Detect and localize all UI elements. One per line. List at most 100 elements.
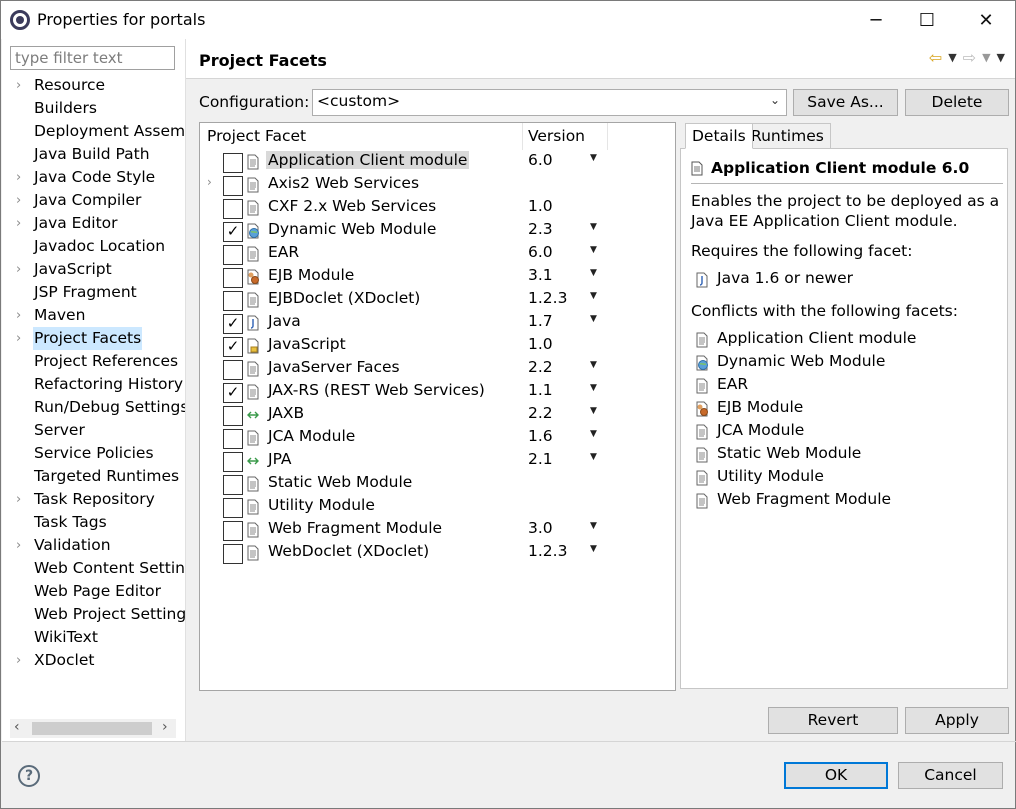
sidebar-item[interactable]: › Project Facets [2, 327, 185, 350]
facet-row[interactable]: ✓ Dynamic Web Module 2.3 ▼ [200, 219, 675, 242]
facet-checkbox[interactable] [223, 544, 243, 564]
sidebar-hscrollbar[interactable]: ‹ › [10, 719, 176, 738]
close-button[interactable]: ✕ [963, 1, 1009, 39]
chevron-right-icon[interactable]: › [16, 74, 28, 97]
facet-checkbox[interactable] [223, 452, 243, 472]
facet-version[interactable]: 1.1 [528, 381, 553, 399]
help-icon[interactable]: ? [18, 765, 40, 787]
configuration-select[interactable]: <custom> ⌄ [312, 89, 787, 116]
sidebar-item[interactable]: Javadoc Location [2, 235, 185, 258]
view-menu-icon[interactable]: ▼ [997, 51, 1005, 67]
sidebar-item[interactable]: › JavaScript [2, 258, 185, 281]
chevron-right-icon[interactable]: › [207, 175, 212, 189]
facet-checkbox[interactable] [223, 153, 243, 173]
maximize-button[interactable]: ☐ [904, 1, 950, 39]
facet-row[interactable]: JAXB 2.2 ▼ [200, 403, 675, 426]
facet-row[interactable]: JCA Module 1.6 ▼ [200, 426, 675, 449]
version-dropdown-icon[interactable]: ▼ [590, 314, 597, 324]
sidebar-item[interactable]: › Java Editor [2, 212, 185, 235]
facet-version[interactable]: 2.3 [528, 220, 553, 238]
sidebar-item[interactable]: Web Content Settin [2, 557, 185, 580]
sidebar-item[interactable]: WikiText [2, 626, 185, 649]
sidebar-item[interactable]: Deployment Assem [2, 120, 185, 143]
facet-version[interactable]: 2.1 [528, 450, 553, 468]
facet-row[interactable]: WebDoclet (XDoclet) 1.2.3 ▼ [200, 541, 675, 564]
revert-button[interactable]: Revert [768, 707, 898, 734]
save-as-button[interactable]: Save As... [793, 89, 898, 116]
facet-version[interactable]: 3.1 [528, 266, 553, 284]
facet-row[interactable]: ✓ JavaScript 1.0 [200, 334, 675, 357]
tab-runtimes[interactable]: Runtimes [744, 123, 831, 149]
sidebar-item[interactable]: Run/Debug Settings [2, 396, 185, 419]
sidebar-item[interactable]: Refactoring History [2, 373, 185, 396]
column-header-facet[interactable]: Project Facet [207, 127, 306, 145]
facet-checkbox[interactable] [223, 199, 243, 219]
facet-version[interactable]: 6.0 [528, 243, 553, 261]
scroll-left-icon[interactable]: ‹ [14, 719, 20, 735]
chevron-right-icon[interactable]: › [16, 189, 28, 212]
sidebar-item[interactable]: › Task Repository [2, 488, 185, 511]
sidebar-item[interactable]: Web Project Setting [2, 603, 185, 626]
sidebar-item[interactable]: Java Build Path [2, 143, 185, 166]
facet-version[interactable]: 6.0 [528, 151, 553, 169]
facet-row[interactable]: JPA 2.1 ▼ [200, 449, 675, 472]
minimize-button[interactable]: ─ [853, 1, 899, 39]
sidebar-item[interactable]: Web Page Editor [2, 580, 185, 603]
sidebar-item[interactable]: › Maven [2, 304, 185, 327]
facet-row[interactable]: › Axis2 Web Services [200, 173, 675, 196]
version-dropdown-icon[interactable]: ▼ [590, 521, 597, 531]
sidebar-item[interactable]: Targeted Runtimes [2, 465, 185, 488]
facet-row[interactable]: Application Client module 6.0 ▼ [200, 150, 675, 173]
version-dropdown-icon[interactable]: ▼ [590, 429, 597, 439]
sidebar-item[interactable]: Builders [2, 97, 185, 120]
sidebar-item[interactable]: Service Policies [2, 442, 185, 465]
facet-checkbox[interactable] [223, 176, 243, 196]
chevron-right-icon[interactable]: › [16, 258, 28, 281]
sidebar-item[interactable]: › Java Compiler [2, 189, 185, 212]
facet-row[interactable]: Static Web Module [200, 472, 675, 495]
facet-row[interactable]: CXF 2.x Web Services 1.0 [200, 196, 675, 219]
version-dropdown-icon[interactable]: ▼ [590, 452, 597, 462]
sash[interactable] [185, 39, 186, 741]
facet-version[interactable]: 1.6 [528, 427, 553, 445]
facet-version[interactable]: 1.7 [528, 312, 553, 330]
facet-checkbox[interactable] [223, 406, 243, 426]
forward-arrow-icon[interactable]: ⇨ [963, 48, 976, 67]
facet-checkbox[interactable] [223, 360, 243, 380]
facet-checkbox[interactable] [223, 521, 243, 541]
version-dropdown-icon[interactable]: ▼ [590, 268, 597, 278]
facet-checkbox[interactable]: ✓ [223, 337, 243, 357]
facet-row[interactable]: ✓ Java 1.7 ▼ [200, 311, 675, 334]
facet-checkbox[interactable] [223, 475, 243, 495]
version-dropdown-icon[interactable]: ▼ [590, 291, 597, 301]
column-header-version[interactable]: Version [528, 127, 585, 145]
sidebar-item[interactable]: Server [2, 419, 185, 442]
facet-checkbox[interactable] [223, 291, 243, 311]
tab-details[interactable]: Details [685, 123, 753, 149]
sidebar-item[interactable]: Task Tags [2, 511, 185, 534]
sidebar-item[interactable]: › XDoclet [2, 649, 185, 672]
chevron-right-icon[interactable]: › [16, 488, 28, 511]
facet-checkbox[interactable] [223, 498, 243, 518]
facet-row[interactable]: Utility Module [200, 495, 675, 518]
facet-checkbox[interactable]: ✓ [223, 314, 243, 334]
ok-button[interactable]: OK [784, 762, 888, 789]
scroll-thumb[interactable] [32, 722, 152, 735]
facet-row[interactable]: Web Fragment Module 3.0 ▼ [200, 518, 675, 541]
facet-version[interactable]: 1.2.3 [528, 542, 567, 560]
facet-row[interactable]: EJB Module 3.1 ▼ [200, 265, 675, 288]
facet-version[interactable]: 3.0 [528, 519, 553, 537]
facet-checkbox[interactable] [223, 268, 243, 288]
back-arrow-icon[interactable]: ⇦ [929, 48, 942, 67]
facet-row[interactable]: ✓ JAX-RS (REST Web Services) 1.1 ▼ [200, 380, 675, 403]
back-menu-icon[interactable]: ▼ [948, 51, 956, 67]
sidebar-item[interactable]: Project References [2, 350, 185, 373]
scroll-right-icon[interactable]: › [162, 719, 168, 735]
chevron-right-icon[interactable]: › [16, 166, 28, 189]
delete-button[interactable]: Delete [905, 89, 1009, 116]
forward-menu-icon[interactable]: ▼ [982, 51, 990, 67]
facet-row[interactable]: JavaServer Faces 2.2 ▼ [200, 357, 675, 380]
version-dropdown-icon[interactable]: ▼ [590, 222, 597, 232]
filter-input[interactable]: type filter text [10, 46, 175, 70]
chevron-right-icon[interactable]: › [16, 212, 28, 235]
